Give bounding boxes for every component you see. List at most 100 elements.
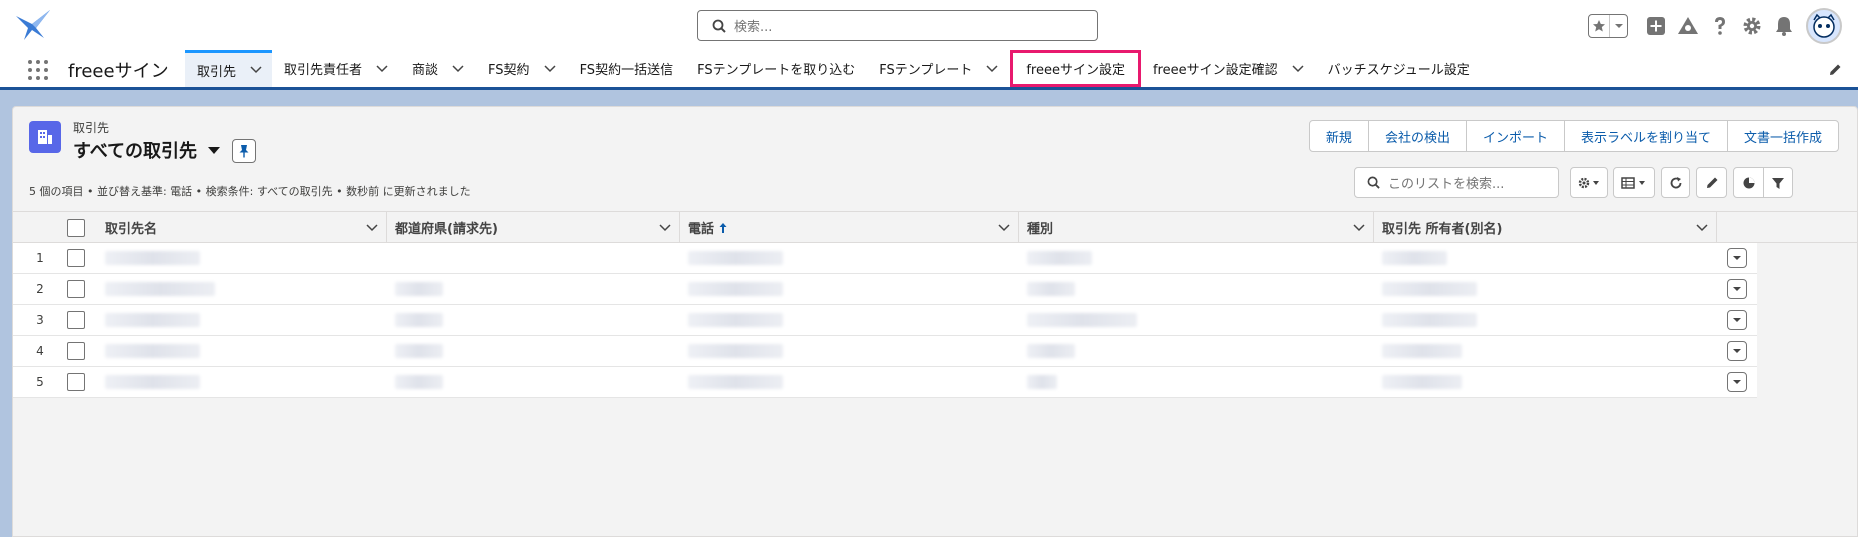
redacted-type	[1027, 282, 1075, 296]
tab-fs-bulk-send[interactable]: FS契約一括送信	[568, 50, 686, 87]
chevron-down-icon[interactable]	[1353, 223, 1365, 232]
inline-edit-pencil-icon[interactable]	[1696, 167, 1727, 198]
freee-sign-logo-icon[interactable]	[14, 8, 54, 42]
list-search-input[interactable]: このリストを検索...	[1354, 167, 1559, 198]
list-view-name: すべての取引先	[73, 141, 198, 162]
chevron-down-icon[interactable]	[452, 64, 464, 73]
list-view-switcher-icon[interactable]	[207, 140, 221, 161]
list-view-title[interactable]: すべての取引先	[73, 137, 221, 163]
search-icon	[712, 19, 726, 33]
notifications-bell-icon[interactable]	[1768, 10, 1800, 42]
app-navigation-bar: freeeサイン 取引先 取引先責任者 商談 FS契約 FS契約一括送信 FSテ…	[0, 50, 1858, 90]
redacted-owner-alias	[1382, 282, 1477, 296]
search-icon	[1367, 176, 1380, 189]
chevron-down-icon[interactable]	[366, 223, 378, 232]
row-checkbox[interactable]	[67, 280, 85, 298]
column-label: 電話	[688, 222, 715, 237]
filter-funnel-icon[interactable]	[1763, 167, 1793, 198]
refresh-icon[interactable]	[1661, 167, 1690, 198]
setup-gear-icon[interactable]	[1736, 10, 1768, 42]
global-add-icon[interactable]	[1640, 10, 1672, 42]
new-button[interactable]: 新規	[1308, 120, 1369, 152]
tab-label: freeeサイン設定	[1026, 63, 1125, 78]
chevron-down-icon[interactable]	[250, 66, 262, 74]
column-header-account-name[interactable]: 取引先名	[97, 212, 387, 243]
select-all-checkbox[interactable]	[67, 218, 85, 237]
chevron-down-icon[interactable]	[986, 64, 998, 73]
row-actions-dropdown-icon[interactable]	[1727, 248, 1747, 268]
row-checkbox[interactable]	[67, 249, 85, 267]
tab-label: freeeサイン設定確認	[1152, 63, 1278, 78]
column-header-owner-alias[interactable]: 取引先 所有者(別名)	[1374, 212, 1717, 243]
favorites-button-group[interactable]	[1588, 14, 1628, 38]
tab-freee-sign-settings[interactable]: freeeサイン設定	[1010, 50, 1141, 87]
row-checkbox[interactable]	[67, 342, 85, 360]
user-avatar[interactable]	[1806, 8, 1842, 44]
chevron-down-icon[interactable]	[544, 64, 556, 73]
tab-fs-templates[interactable]: FSテンプレート	[867, 50, 1010, 87]
row-checkbox[interactable]	[67, 311, 85, 329]
column-header-billing-state[interactable]: 都道府県(請求先)	[387, 212, 680, 243]
redacted-billing-state	[395, 313, 443, 327]
favorites-dropdown-icon[interactable]	[1609, 15, 1627, 37]
app-launcher-waffle-icon[interactable]	[28, 60, 48, 80]
tab-fs-template-import[interactable]: FSテンプレートを取り込む	[685, 50, 867, 87]
global-search-input[interactable]: 検索...	[697, 10, 1098, 41]
chevron-down-icon[interactable]	[376, 64, 388, 73]
redacted-account-name[interactable]	[105, 313, 200, 327]
column-label: 取引先名	[105, 222, 158, 237]
table-row[interactable]: 4	[13, 336, 1757, 367]
tab-opportunities[interactable]: 商談	[400, 50, 476, 87]
tab-contacts[interactable]: 取引先責任者	[272, 50, 400, 87]
import-button[interactable]: インポート	[1465, 120, 1565, 152]
assign-label-button[interactable]: 表示ラベルを割り当て	[1563, 120, 1728, 152]
table-row[interactable]: 1	[13, 243, 1757, 274]
row-checkbox[interactable]	[67, 373, 85, 391]
table-row[interactable]: 5	[13, 367, 1757, 398]
redacted-account-name[interactable]	[105, 344, 200, 358]
row-actions-dropdown-icon[interactable]	[1727, 279, 1747, 299]
tab-label: FSテンプレート	[879, 63, 973, 78]
discover-companies-button[interactable]: 会社の検出	[1367, 120, 1467, 152]
display-as-table-icon[interactable]	[1613, 167, 1655, 198]
redacted-account-name[interactable]	[105, 375, 200, 389]
tab-accounts[interactable]: 取引先	[185, 50, 273, 87]
list-action-buttons: 新規 会社の検出 インポート 表示ラベルを割り当て 文書一括作成	[1308, 120, 1839, 152]
select-all-header	[67, 212, 97, 243]
chevron-down-icon[interactable]	[1292, 64, 1304, 73]
trailhead-icon[interactable]	[1672, 10, 1704, 42]
row-number: 2	[36, 282, 44, 296]
tab-label: バッチスケジュール設定	[1327, 63, 1470, 78]
charts-pie-icon[interactable]	[1733, 167, 1764, 198]
redacted-type	[1027, 375, 1057, 389]
redacted-billing-state	[395, 375, 443, 389]
list-settings-gear-icon[interactable]	[1570, 167, 1608, 198]
column-header-phone[interactable]: 電話	[680, 212, 1019, 243]
tab-label: FS契約	[488, 63, 530, 78]
row-actions-dropdown-icon[interactable]	[1727, 310, 1747, 330]
pin-list-view-icon[interactable]	[232, 139, 256, 163]
chevron-down-icon[interactable]	[659, 223, 671, 232]
table-row[interactable]: 2	[13, 274, 1757, 305]
bulk-document-create-button[interactable]: 文書一括作成	[1726, 120, 1839, 152]
row-actions-dropdown-icon[interactable]	[1727, 372, 1747, 392]
help-icon[interactable]	[1704, 10, 1736, 42]
chevron-down-icon[interactable]	[998, 223, 1010, 232]
row-actions-dropdown-icon[interactable]	[1727, 341, 1747, 361]
tab-batch-schedule-settings[interactable]: バッチスケジュール設定	[1316, 50, 1482, 87]
list-search-placeholder: このリストを検索...	[1388, 177, 1505, 192]
tab-fs-contracts[interactable]: FS契約	[476, 50, 568, 87]
edit-nav-pencil-icon[interactable]	[1828, 63, 1842, 81]
redacted-account-name[interactable]	[105, 282, 215, 296]
column-header-type[interactable]: 種別	[1019, 212, 1374, 243]
global-search-placeholder: 検索...	[734, 20, 773, 35]
redacted-owner-alias	[1382, 375, 1462, 389]
list-view-card: 取引先 すべての取引先 新規 会社の検出 インポート 表示ラベルを割り当て 文書…	[12, 106, 1858, 537]
redacted-account-name[interactable]	[105, 251, 200, 265]
chevron-down-icon[interactable]	[1696, 223, 1708, 232]
favorites-star-icon[interactable]	[1589, 15, 1609, 37]
redacted-phone	[688, 375, 783, 389]
tab-freee-sign-settings-check[interactable]: freeeサイン設定確認	[1141, 50, 1316, 87]
table-row[interactable]: 3	[13, 305, 1757, 336]
redacted-phone	[688, 313, 783, 327]
